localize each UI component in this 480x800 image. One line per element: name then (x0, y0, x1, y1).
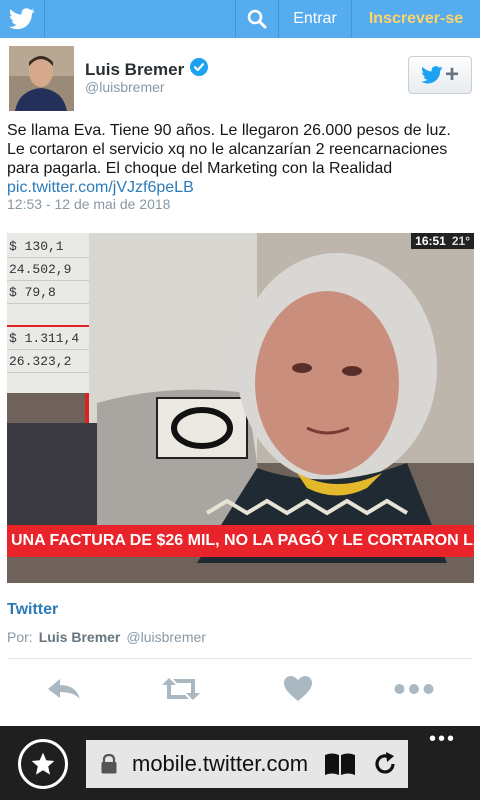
ledger-row: $ 79,8 (7, 281, 89, 304)
reading-view-icon[interactable] (324, 752, 356, 781)
tv-clock-time: 16:51 (415, 234, 446, 248)
tweet-text: Se llama Eva. Tiene 90 años. Le llegaron… (7, 121, 473, 197)
tweet-card: Luis Bremer @luisbremer + Se llama Eva. … (0, 38, 480, 726)
browser-bar: ••• mobile.twitter.com (0, 726, 480, 800)
source-link[interactable]: Twitter (7, 601, 58, 619)
lock-icon (98, 754, 120, 774)
login-button[interactable]: Entrar (279, 0, 351, 38)
follow-button[interactable]: + (408, 56, 472, 94)
divider (44, 0, 45, 38)
tweet-timestamp[interactable]: 12:53 - 12 de mai de 2018 (7, 196, 170, 212)
retweet-icon[interactable] (161, 673, 201, 705)
refresh-icon[interactable] (372, 751, 398, 782)
ledger-row: 26.323,2 (7, 350, 89, 373)
more-icon[interactable] (394, 673, 434, 705)
tv-clock-temperature: 21° (451, 234, 470, 248)
favorites-star-icon[interactable] (18, 739, 68, 789)
url-text[interactable]: mobile.twitter.com (132, 751, 312, 777)
tweet-body: Se llama Eva. Tiene 90 años. Le llegaron… (7, 122, 451, 177)
tweet-actions (0, 659, 480, 719)
ledger-overlay: $ 130,1 24.502,9 $ 79,8 $ 1.311,4 26.323… (7, 233, 89, 393)
like-icon[interactable] (278, 673, 318, 705)
plus-icon: + (444, 61, 459, 88)
twitter-bird-icon (421, 66, 443, 84)
address-bar[interactable]: mobile.twitter.com (86, 740, 408, 788)
signup-button[interactable]: Inscrever-se (352, 0, 480, 38)
author-handle[interactable]: @luisbremer (85, 79, 165, 95)
ledger-row: $ 130,1 (7, 235, 89, 258)
ledger-row: $ 1.311,4 (7, 327, 89, 350)
ledger-row (7, 304, 89, 327)
by-name[interactable]: Luis Bremer (39, 629, 121, 645)
reply-icon[interactable] (45, 673, 85, 705)
by-handle[interactable]: @luisbremer (126, 629, 206, 645)
by-label: Por: (7, 629, 33, 645)
media-link[interactable]: pic.twitter.com/jVJzf6peLB (7, 179, 194, 196)
twitter-logo-icon[interactable] (0, 0, 44, 38)
tweet-photo[interactable]: $ 130,1 24.502,9 $ 79,8 $ 1.311,4 26.323… (7, 233, 474, 583)
attribution: Por: Luis Bremer @luisbremer (7, 629, 206, 645)
avatar[interactable] (9, 46, 74, 111)
author-name-text: Luis Bremer (85, 59, 185, 79)
browser-menu-icon[interactable]: ••• (429, 729, 456, 749)
top-bar: Entrar Inscrever-se (0, 0, 480, 38)
tv-clock: 16:51 21° (411, 233, 474, 249)
verified-badge-icon (190, 58, 209, 81)
ledger-row: 24.502,9 (7, 258, 89, 281)
search-icon[interactable] (236, 0, 278, 38)
author-name[interactable]: Luis Bremer (85, 58, 209, 81)
news-caption: UNA FACTURA DE $26 MIL, NO LA PAGÓ Y LE … (7, 525, 474, 557)
